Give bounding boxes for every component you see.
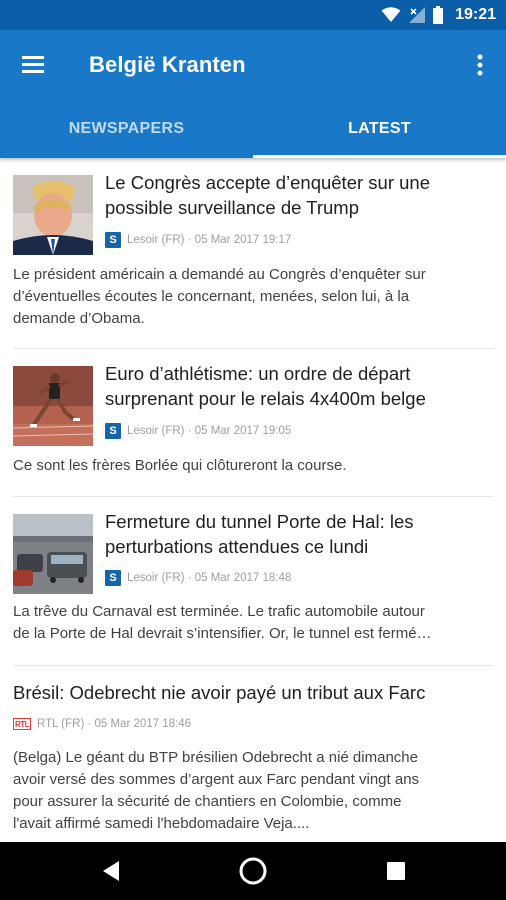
article-meta: S Lesoir (FR) · 05 Mar 2017 19:17 <box>105 232 291 248</box>
tab-bar: NEWSPAPERS LATEST <box>0 100 506 158</box>
article-source-date: Lesoir (FR) · 05 Mar 2017 19:17 <box>127 234 292 246</box>
article-source-date: Lesoir (FR) · 05 Mar 2017 19:05 <box>127 425 292 437</box>
hamburger-icon[interactable] <box>20 52 48 78</box>
source-logo: S <box>105 570 121 586</box>
article-title: Brésil: Odebrecht nie avoir payé un trib… <box>13 682 426 703</box>
article-title: Fermeture du tunnel Porte de Hal: les pe… <box>105 511 414 557</box>
article-summary: Ce sont les frères Borlée qui clôtureron… <box>13 457 347 474</box>
article-item[interactable]: Euro d’athlétisme: un ordre de départ su… <box>0 349 506 495</box>
article-title: Le Congrès accepte d’enquêter sur une po… <box>105 172 430 218</box>
tab-latest[interactable]: LATEST <box>253 100 506 158</box>
app-title: België Kranten <box>89 52 246 77</box>
recents-square-icon[interactable] <box>381 856 411 886</box>
status-bar: 19:21 <box>0 0 506 30</box>
source-logo: RTL <box>13 718 31 730</box>
article-thumbnail <box>13 175 93 255</box>
article-meta: S Lesoir (FR) · 05 Mar 2017 18:48 <box>105 570 291 586</box>
source-logo: S <box>105 232 121 248</box>
news-feed[interactable]: Le Congrès accepte d’enquêter sur une po… <box>0 158 506 842</box>
article-source-date: Lesoir (FR) · 05 Mar 2017 18:48 <box>127 572 292 584</box>
article-thumbnail <box>13 514 93 594</box>
article-meta: S Lesoir (FR) · 05 Mar 2017 19:05 <box>105 423 291 439</box>
battery-icon <box>433 6 444 24</box>
signal-icon <box>409 7 426 23</box>
source-logo: S <box>105 423 121 439</box>
article-thumbnail <box>13 366 93 446</box>
article-item[interactable]: Fermeture du tunnel Porte de Hal: les pe… <box>0 497 506 665</box>
article-item[interactable]: Brésil: Odebrecht nie avoir payé un trib… <box>0 666 506 842</box>
tab-newspapers[interactable]: NEWSPAPERS <box>0 100 253 158</box>
article-summary: (Belga) Le géant du BTP brésilien Odebre… <box>13 749 420 832</box>
article-meta: RTL RTL (FR) · 05 Mar 2017 18:46 <box>13 716 191 732</box>
wifi-icon <box>381 7 401 23</box>
article-title: Euro d’athlétisme: un ordre de départ su… <box>105 363 426 409</box>
back-triangle-icon[interactable] <box>96 856 126 886</box>
more-vert-icon[interactable] <box>468 50 492 80</box>
navigation-bar <box>0 842 506 900</box>
status-time: 19:21 <box>455 6 496 23</box>
article-source-date: RTL (FR) · 05 Mar 2017 18:46 <box>37 718 192 730</box>
status-icons: 19:21 <box>381 4 496 26</box>
article-item[interactable]: Le Congrès accepte d’enquêter sur une po… <box>0 158 506 348</box>
article-summary: Le président américain a demandé au Cong… <box>13 266 426 327</box>
app-bar: België Kranten <box>0 30 506 100</box>
home-circle-icon[interactable] <box>238 856 268 886</box>
article-summary: La trêve du Carnaval est terminée. Le tr… <box>13 603 432 642</box>
